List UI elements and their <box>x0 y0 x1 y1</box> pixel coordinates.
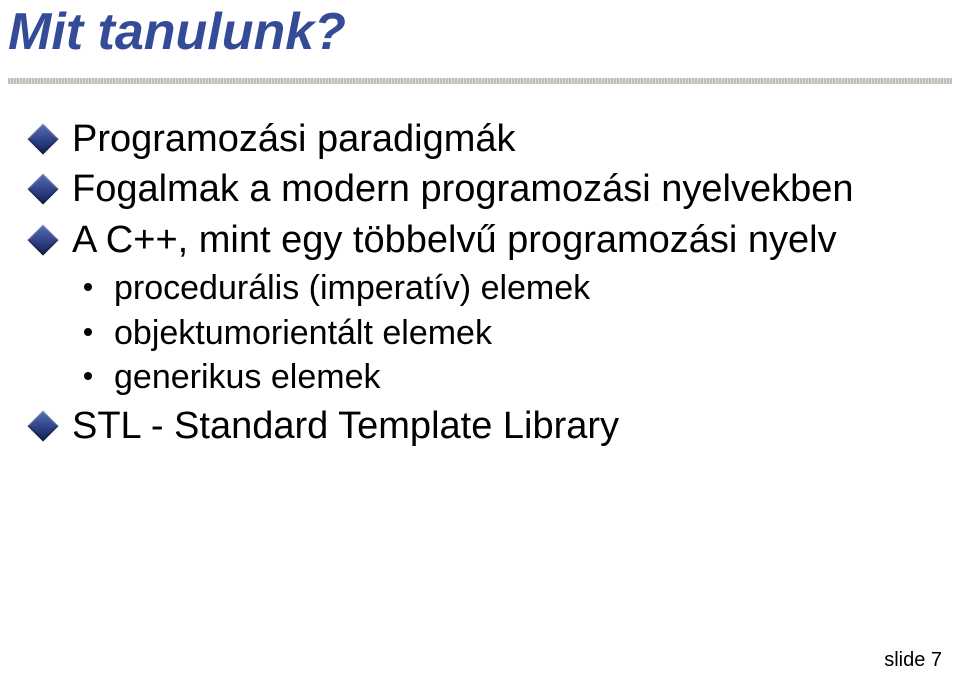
sub-bullet-oop: objektumorientált elemek <box>84 312 912 355</box>
diamond-icon <box>27 224 58 255</box>
slide-number: slide 7 <box>884 649 942 672</box>
bullet-text: Fogalmak a modern programozási nyelvekbe… <box>72 168 854 210</box>
bullet-paradigms: Programozási paradigmák <box>32 116 912 162</box>
dot-icon <box>84 283 92 291</box>
diamond-icon <box>27 410 58 441</box>
sub-bullet-generic: generikus elemek <box>84 356 912 399</box>
dot-icon <box>84 328 92 336</box>
diamond-icon <box>27 174 58 205</box>
bullet-text: objektumorientált elemek <box>114 314 492 352</box>
bullet-text: STL - Standard Template Library <box>72 405 619 447</box>
slide-content: Programozási paradigmák Fogalmak a moder… <box>32 112 912 453</box>
dot-icon <box>84 372 92 380</box>
diamond-icon <box>27 123 58 154</box>
bullet-stl: STL - Standard Template Library <box>32 403 912 449</box>
slide-title: Mit tanulunk? <box>8 2 346 62</box>
title-divider <box>8 78 952 84</box>
sub-bullet-procedural: procedurális (imperatív) elemek <box>84 267 912 310</box>
bullet-text: procedurális (imperatív) elemek <box>114 269 590 307</box>
bullet-concepts: Fogalmak a modern programozási nyelvekbe… <box>32 166 912 212</box>
slide: Mit tanulunk? Programozási paradigmák Fo… <box>0 0 960 684</box>
bullet-text: Programozási paradigmák <box>72 118 516 160</box>
bullet-cpp: A C++, mint egy többelvű programozási ny… <box>32 217 912 263</box>
bullet-text: generikus elemek <box>114 358 380 396</box>
bullet-text: A C++, mint egy többelvű programozási ny… <box>72 219 837 261</box>
